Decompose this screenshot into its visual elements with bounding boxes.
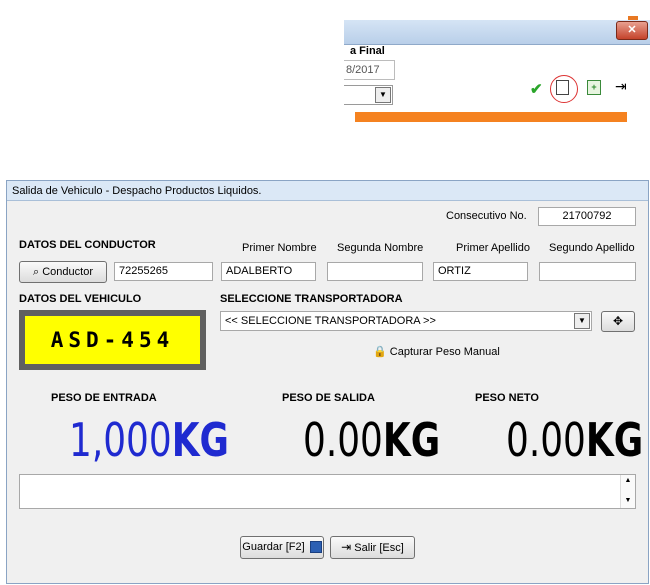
guardar-button[interactable]: Guardar [F2] xyxy=(240,536,324,559)
primer-nombre-label: Primer Nombre xyxy=(242,242,317,254)
peso-salida-display: 0.00KG xyxy=(303,417,440,463)
primer-apellido-field[interactable]: ORTIZ xyxy=(433,262,528,281)
conductor-id-field[interactable]: 72255265 xyxy=(114,262,213,281)
transportadora-select[interactable]: << SELECCIONE TRANSPORTADORA >> ▼ xyxy=(220,311,592,331)
salida-vehiculo-dialog: Salida de Vehiculo - Despacho Productos … xyxy=(6,180,649,584)
close-button[interactable]: ✕ xyxy=(616,21,648,40)
consecutivo-field: 21700792 xyxy=(538,207,636,226)
primer-apellido-label: Primer Apellido xyxy=(456,242,530,254)
exit-icon: ⇥ xyxy=(341,540,352,554)
guardar-label: Guardar [F2] xyxy=(242,541,305,553)
peso-salida-value: 0.00 xyxy=(303,413,383,467)
textarea-scrollbar[interactable]: ▲ ▼ xyxy=(620,475,635,508)
check-icon[interactable]: ✔ xyxy=(530,80,543,98)
segunda-nombre-label: Segunda Nombre xyxy=(337,242,424,254)
dialog-title: Salida de Vehiculo - Despacho Productos … xyxy=(7,181,648,201)
peso-entrada-unit: KG xyxy=(171,413,229,467)
background-window: ✕ a Final 8/2017 ▼ ✔ + ⇥ xyxy=(344,16,650,126)
segunda-nombre-field[interactable] xyxy=(327,262,423,281)
capturar-peso-label: Capturar Peso Manual xyxy=(389,346,500,358)
segundo-apellido-field[interactable] xyxy=(539,262,636,281)
chevron-down-icon[interactable]: ▼ xyxy=(375,87,391,103)
vehiculo-section-title: DATOS DEL VEHICULO xyxy=(19,293,142,305)
peso-neto-display: 0.00KG xyxy=(506,417,643,463)
peso-entrada-value: 1,000 xyxy=(69,413,172,467)
peso-neto-value: 0.00 xyxy=(506,413,586,467)
conductor-section-title: DATOS DEL CONDUCTOR xyxy=(19,239,156,251)
add-icon: ✥ xyxy=(612,314,624,328)
lock-icon: 🔒 xyxy=(373,346,387,358)
final-date-field[interactable]: 8/2017 xyxy=(344,60,395,80)
salir-label: Salir [Esc] xyxy=(354,542,404,554)
peso-entrada-display: 1,000KG xyxy=(69,417,229,463)
binoculars-icon: ⌕ xyxy=(33,266,40,278)
consecutivo-label: Consecutivo No. xyxy=(446,210,527,222)
save-icon xyxy=(309,541,322,554)
peso-salida-unit: KG xyxy=(382,413,441,467)
scroll-down-icon[interactable]: ▼ xyxy=(621,495,635,507)
peso-neto-unit: KG xyxy=(585,413,644,467)
background-titlebar: ✕ xyxy=(344,20,650,45)
primer-nombre-field[interactable]: ADALBERTO xyxy=(221,262,316,281)
capturar-peso-manual-link[interactable]: 🔒 Capturar Peso Manual xyxy=(373,345,500,358)
orange-header-bar xyxy=(355,112,627,122)
license-plate-text: ASD-454 xyxy=(25,316,200,364)
peso-entrada-label: PESO DE ENTRADA xyxy=(51,392,157,404)
scroll-up-icon[interactable]: ▲ xyxy=(621,475,635,487)
salir-button[interactable]: ⇥ Salir [Esc] xyxy=(330,536,415,559)
exit-icon[interactable]: ⇥ xyxy=(615,78,627,95)
filter-combo[interactable]: ▼ xyxy=(344,85,393,105)
new-document-icon[interactable] xyxy=(556,80,569,95)
license-plate: ASD-454 xyxy=(19,310,206,370)
export-icon[interactable]: + xyxy=(587,80,601,95)
final-date-label: a Final xyxy=(350,45,385,57)
transportadora-selected-value: << SELECCIONE TRANSPORTADORA >> xyxy=(225,315,436,327)
segundo-apellido-label: Segundo Apellido xyxy=(549,242,635,254)
conductor-button[interactable]: ⌕ Conductor xyxy=(19,261,107,283)
peso-salida-label: PESO DE SALIDA xyxy=(282,392,375,404)
observaciones-textarea[interactable]: ▲ ▼ xyxy=(19,474,636,509)
chevron-down-icon[interactable]: ▼ xyxy=(574,313,590,329)
add-transportadora-button[interactable]: ✥ xyxy=(601,311,635,332)
transportadora-section-title: SELECCIONE TRANSPORTADORA xyxy=(220,293,403,305)
peso-neto-label: PESO NETO xyxy=(475,392,539,404)
conductor-button-label: Conductor xyxy=(42,266,93,278)
